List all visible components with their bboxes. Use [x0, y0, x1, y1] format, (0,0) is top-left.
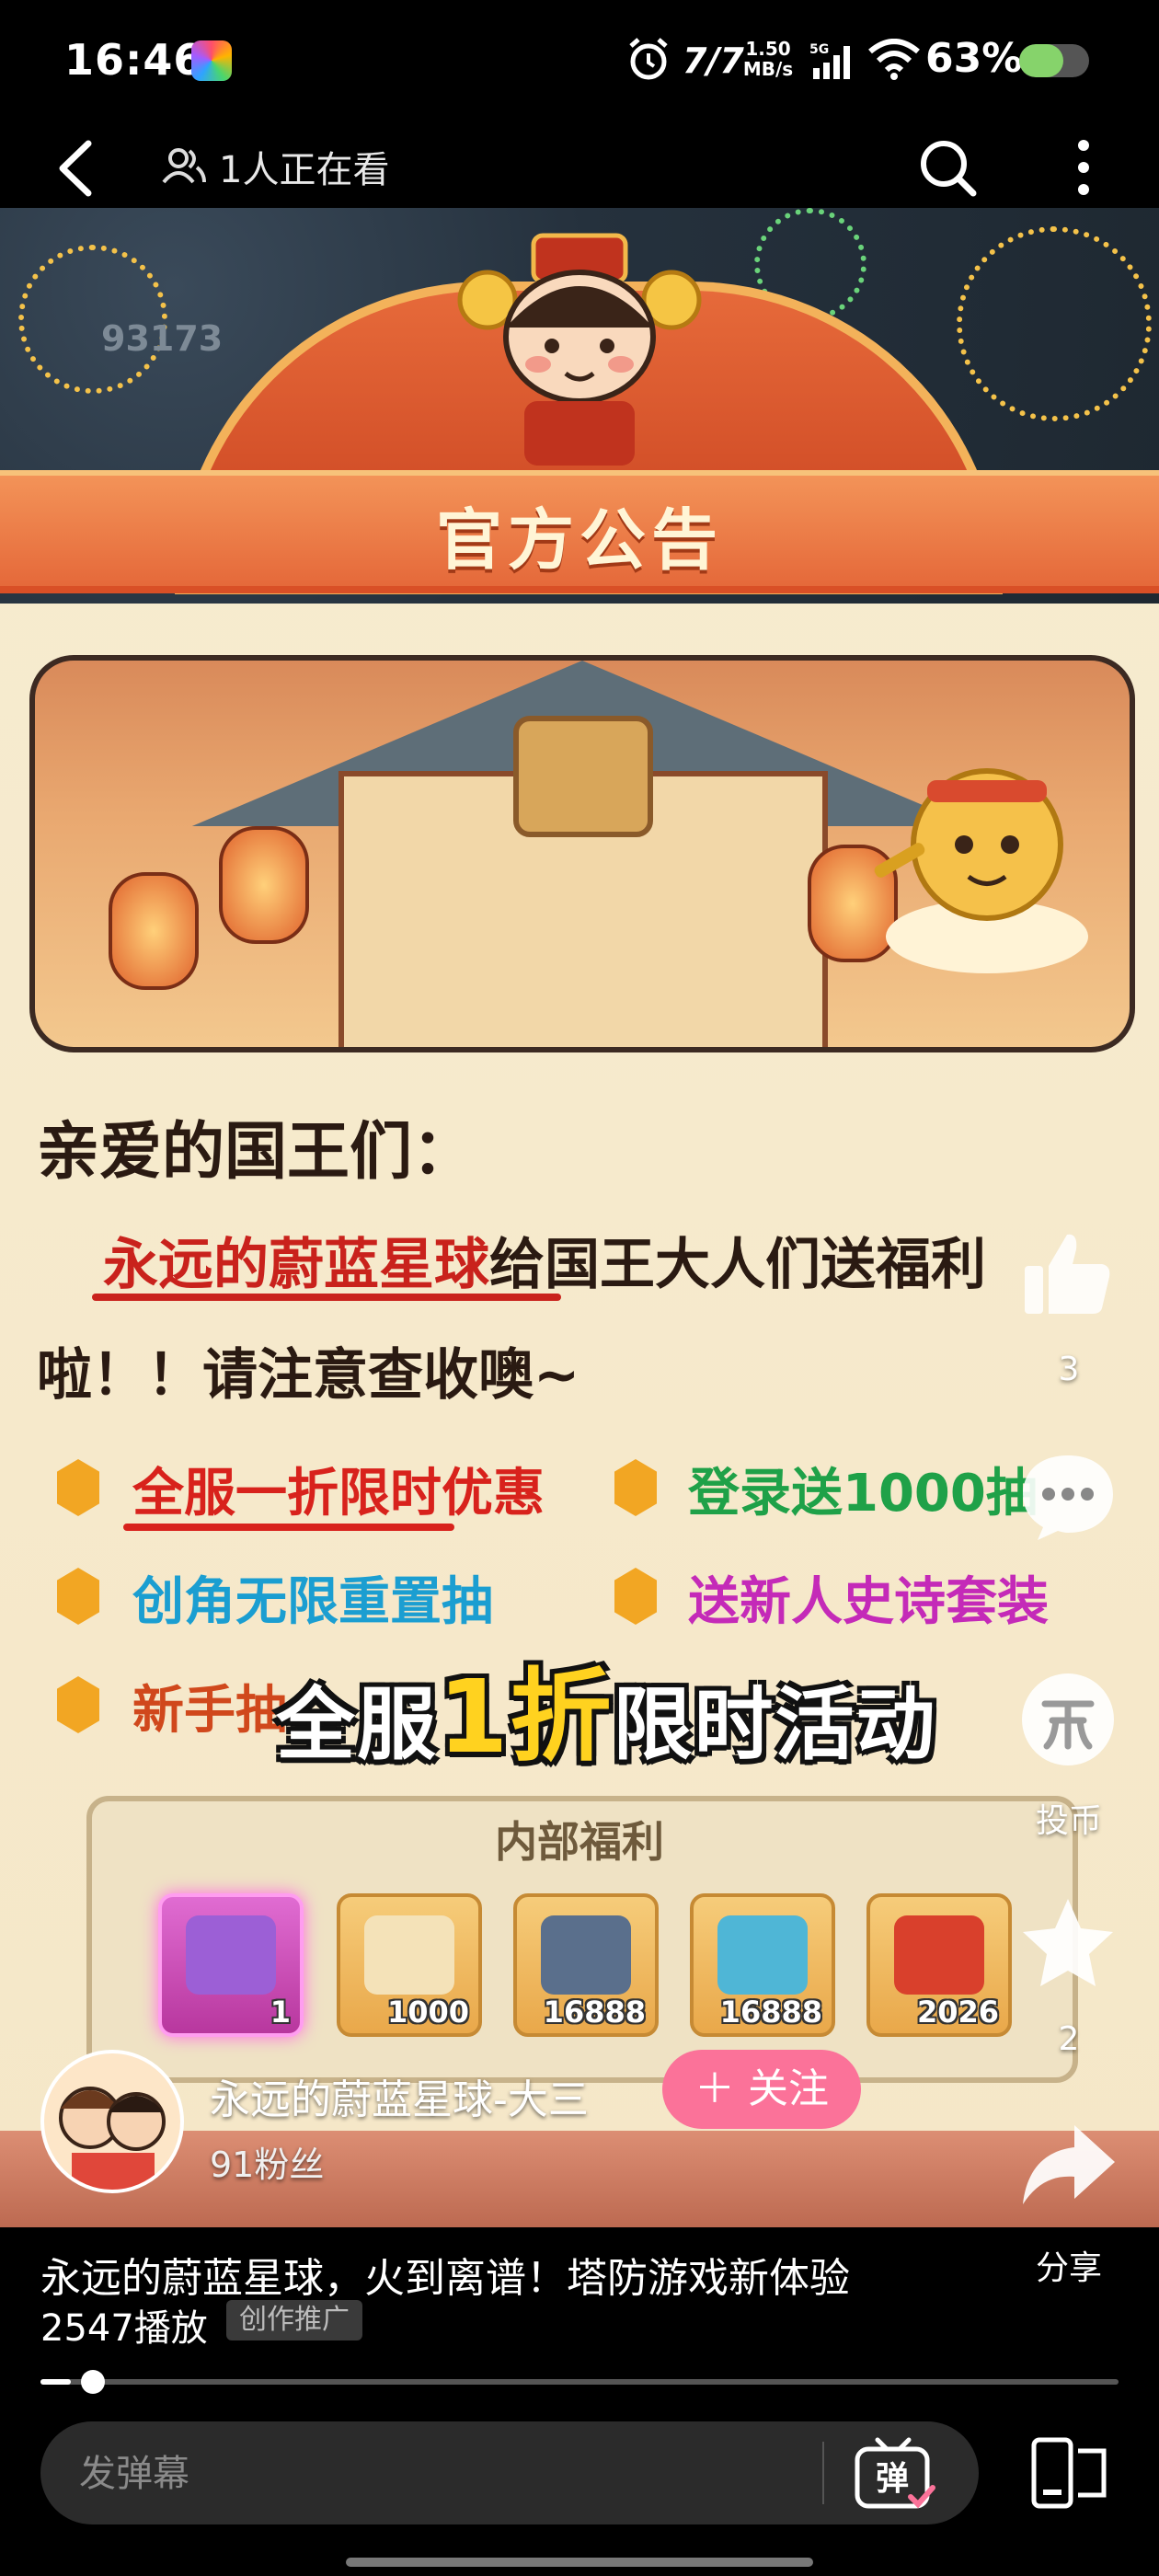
coin-label: 投币: [1035, 1802, 1102, 1840]
caption-highlight: 1折: [438, 1658, 614, 1776]
bullet-icon: [57, 1459, 99, 1516]
scroll-icon: [364, 1915, 454, 1995]
home-indicator: [346, 2558, 813, 2567]
chest-icon: [541, 1915, 631, 1995]
fan-count: 91粉丝: [210, 2145, 325, 2185]
game-name-highlight: 永远的蔚蓝星球: [103, 1233, 489, 1297]
back-icon[interactable]: [53, 138, 98, 199]
announcement-line-1-rest: 给国王大人们送福利: [489, 1233, 986, 1297]
video-player[interactable]: 93173 官方公告 亲爱的国王们： 永远的蔚蓝星球给国王大人们送福利 啦！！请…: [0, 208, 1159, 2227]
bullet-icon: [614, 1459, 657, 1516]
perk-item: 2026: [866, 1893, 1012, 2037]
benefit-item: 全服一折限时优惠: [132, 1464, 545, 1524]
perk-count: 16888: [543, 1995, 646, 2030]
search-icon[interactable]: [916, 136, 979, 199]
monkey-king-illustration: [874, 768, 1088, 973]
promotion-tag: 创作推广: [226, 2300, 362, 2340]
share-label: 分享: [1035, 2249, 1102, 2287]
highlight-underline: [92, 1294, 561, 1301]
ticket-icon: [186, 1915, 276, 1995]
signal-icon: 5G: [809, 42, 850, 79]
perk-count: 16888: [719, 1995, 822, 2030]
like-icon[interactable]: [1017, 1224, 1119, 1325]
battery-percent: 63%: [925, 35, 1023, 82]
app-icon: [191, 40, 232, 81]
network-type-label: 5G: [809, 42, 829, 57]
network-speed: 1.50 MB/s: [736, 39, 800, 79]
bullet-icon: [57, 1676, 99, 1733]
firework-decoration: [957, 226, 1152, 421]
benefit-item: 登录送1000抽: [688, 1464, 1038, 1524]
fortune-sign: [513, 716, 653, 837]
perk-count: 1: [270, 1995, 291, 2030]
coin-counter: 93173: [101, 318, 224, 359]
more-icon[interactable]: [1067, 138, 1100, 197]
favorite-count: 2: [1058, 2020, 1080, 2058]
caption-part: 限时活动: [613, 1679, 937, 1771]
perk-panel-title: 内部福利: [495, 1817, 664, 1867]
play-count: 2547播放: [40, 2307, 208, 2350]
announcement-line-1: 永远的蔚蓝星球给国王大人们送福利: [103, 1220, 986, 1300]
perk-count: 2026: [916, 1995, 999, 2030]
favorite-star-icon[interactable]: [1017, 1893, 1119, 1995]
greeting-text: 亲爱的国王们：: [37, 1116, 476, 1189]
network-speed-unit: MB/s: [742, 58, 794, 80]
creator-avatar[interactable]: [40, 2050, 184, 2193]
benefit-item: 创角无限重置抽: [132, 1572, 493, 1632]
caption-part: 全服: [276, 1679, 438, 1771]
battery-icon: [1019, 44, 1089, 77]
bullet-icon: [57, 1568, 99, 1625]
network-speed-value: 1.50: [745, 38, 791, 60]
share-icon[interactable]: [1017, 2116, 1119, 2217]
follow-button[interactable]: ＋ 关注: [662, 2050, 861, 2129]
viewers-icon: [162, 148, 206, 184]
perk-item: 1: [158, 1893, 304, 2037]
perk-item: 16888: [690, 1893, 835, 2037]
god-of-wealth-illustration: [457, 233, 702, 466]
avatar-image: [44, 2053, 180, 2190]
progress-fill: [40, 2379, 71, 2385]
wifi-icon: [868, 39, 920, 80]
lantern-decoration: [109, 872, 199, 990]
gem-chest-icon: [717, 1915, 808, 1995]
nfc-icon: 7/7: [683, 40, 744, 81]
perk-item: 1000: [337, 1893, 482, 2037]
highlight-underline: [123, 1524, 454, 1531]
benefit-item: 新手抽: [132, 1681, 287, 1741]
benefit-item: 送新人史诗套装: [688, 1572, 1049, 1632]
perk-count: 1000: [386, 1995, 469, 2030]
divider: [822, 2442, 824, 2504]
announcement-title: 官方公告: [435, 501, 723, 579]
danmaku-toggle-icon[interactable]: 弹: [852, 2436, 936, 2513]
battery-fill: [1019, 44, 1063, 77]
game-scene-illustration: [29, 655, 1135, 1052]
comment-icon[interactable]: [1017, 1444, 1119, 1546]
video-title[interactable]: 永远的蔚蓝星球，火到离谱！塔防游戏新体验: [40, 2245, 850, 2304]
danmaku-input[interactable]: [77, 2421, 798, 2526]
alarm-icon: [629, 38, 668, 80]
creator-name[interactable]: 永远的蔚蓝星球-大三: [210, 2066, 589, 2125]
bullet-icon: [614, 1568, 657, 1625]
status-time: 16:46: [64, 35, 204, 85]
video-subtitle-caption: 全服1折限时活动: [276, 1634, 937, 1781]
progress-bar[interactable]: [40, 2379, 1119, 2385]
progress-handle[interactable]: [81, 2370, 105, 2394]
coin-icon[interactable]: [1017, 1669, 1119, 1770]
announcement-line-2: 啦！！请注意查收噢~: [37, 1343, 580, 1408]
treasure-chest-icon: [894, 1915, 984, 1995]
danmaku-toggle-label: 弹: [876, 2460, 909, 2498]
viewers-count-text: 1人正在看: [219, 149, 390, 191]
like-count: 3: [1058, 1351, 1080, 1388]
lantern-decoration: [219, 826, 309, 944]
screen-orientation-icon[interactable]: [1030, 2436, 1109, 2510]
perk-item: 16888: [513, 1893, 659, 2037]
